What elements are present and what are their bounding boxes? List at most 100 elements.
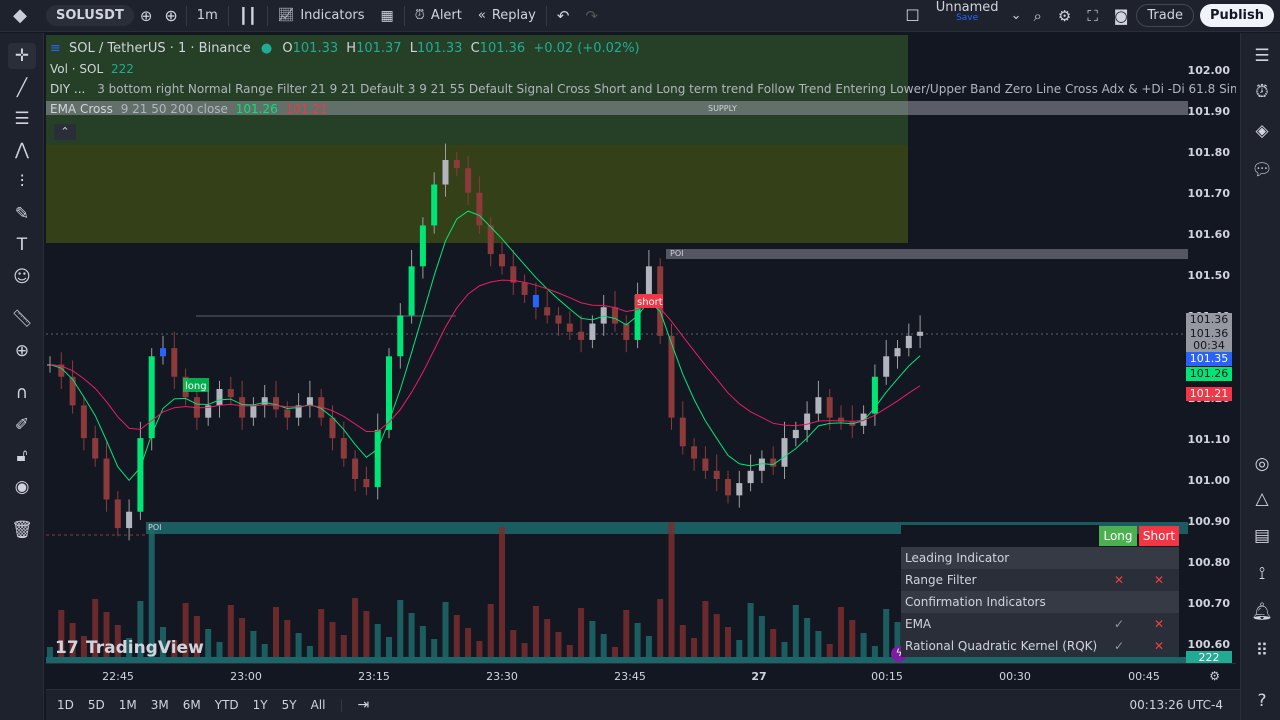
brush-icon[interactable]: ✎ xyxy=(8,201,36,227)
fullscreen-icon[interactable]: ⛶ xyxy=(1079,0,1106,32)
range-button-ytd[interactable]: YTD xyxy=(208,698,246,712)
time-axis-label: 00:45 xyxy=(1128,670,1160,683)
news-feed-icon[interactable]: ⟟ xyxy=(1249,561,1275,587)
range-button-5y[interactable]: 5Y xyxy=(275,698,304,712)
indicators-button[interactable]: 📈︎ Indicators xyxy=(270,0,373,32)
alert-button[interactable]: ⏰︎ Alert xyxy=(407,0,470,32)
alerts-clock-icon[interactable]: ⏰︎ xyxy=(1249,79,1275,105)
templates-icon[interactable]: ▦ xyxy=(373,0,402,32)
legend-menu-icon[interactable]: ≡ xyxy=(50,41,61,56)
stay-drawing-icon[interactable]: ✐ xyxy=(8,412,36,438)
watchlist-icon[interactable]: ☰ xyxy=(1249,43,1275,69)
price-axis-label: 101.50 xyxy=(1187,269,1230,282)
camera-snapshot-icon[interactable]: ◙ xyxy=(1106,0,1137,32)
trade-button[interactable]: Trade xyxy=(1136,4,1194,27)
undo-icon[interactable]: ↶ xyxy=(549,0,578,32)
range-button-5d[interactable]: 5D xyxy=(81,698,112,712)
chat-icon[interactable]: 💬︎ xyxy=(1249,157,1275,183)
text-tool-icon[interactable]: T xyxy=(8,232,36,258)
range-button-3m[interactable]: 3M xyxy=(144,698,176,712)
range-button-6m[interactable]: 6M xyxy=(176,698,208,712)
prediction-icon[interactable]: ⫶ xyxy=(8,169,36,195)
candle-body xyxy=(160,348,166,357)
quick-search-icon[interactable]: ⌕ xyxy=(1025,0,1049,32)
calendar-icon[interactable]: ▤ xyxy=(1249,523,1275,549)
range-button-1y[interactable]: 1Y xyxy=(246,698,275,712)
candle-body xyxy=(374,429,381,488)
range-button-1m[interactable]: 1M xyxy=(112,698,144,712)
candle-body xyxy=(917,331,924,336)
rqk-short-cross-icon: ✕ xyxy=(1153,639,1165,653)
pattern-icon[interactable]: ⋀ xyxy=(8,137,36,163)
icons-smiley-icon[interactable]: ☺ xyxy=(8,264,36,290)
compare-add-icon[interactable]: ⊕ xyxy=(158,0,183,32)
volume-bar xyxy=(205,629,212,657)
legend-volume-row[interactable]: Vol · SOL 222 xyxy=(50,62,134,76)
publish-button[interactable]: Publish xyxy=(1200,4,1274,27)
candle-body xyxy=(815,397,822,414)
time-axis[interactable]: ⚙ 22:45 23:00 23:15 23:30 23:45 27 00:15 00:30 0… xyxy=(46,663,1236,688)
legend-pair[interactable]: SOL / TetherUS · 1 · Binance xyxy=(69,41,251,56)
ema-value-fast: 101.26 xyxy=(235,102,278,116)
price-axis-label: 100.70 xyxy=(1187,597,1230,610)
settings-gear-icon[interactable]: ⚙ xyxy=(1050,0,1079,32)
object-tree-layers-icon[interactable]: ◈ xyxy=(1249,118,1275,144)
clock-timezone[interactable]: 00:13:26 UTC-4 xyxy=(1123,698,1230,712)
layout-save-status: Save xyxy=(956,12,979,23)
time-axis-settings-icon[interactable]: ⚙ xyxy=(1209,669,1220,683)
trend-line-icon[interactable]: ╱ xyxy=(8,75,36,101)
chart-type-candles-icon[interactable]: ┃┃ xyxy=(231,0,265,32)
time-axis-label: 22:45 xyxy=(102,670,134,683)
help-icon[interactable]: ? xyxy=(1249,688,1275,714)
chevron-down-icon[interactable]: ⌄ xyxy=(1007,0,1026,32)
ruler-measure-icon[interactable]: 📏︎ xyxy=(8,306,36,332)
high-value: 101.37 xyxy=(356,41,402,56)
volume-bar xyxy=(713,614,720,657)
legend-main-row[interactable]: ≡ SOL / TetherUS · 1 · Binance ● O101.33… xyxy=(50,41,640,56)
lock-icon[interactable]: 🔓︎ xyxy=(8,443,36,469)
apps-grid-icon[interactable]: ⠿ xyxy=(1249,638,1275,664)
signal-table: Long Short Leading Indicator Range Filte… xyxy=(901,525,1179,657)
tradingview-logo-icon[interactable]: ◆ xyxy=(0,0,40,32)
layout-checkbox-icon[interactable]: ☐ xyxy=(897,0,927,32)
notifications-bell-icon[interactable]: 🔔︎ xyxy=(1249,599,1275,625)
tradingview-watermark-logo-icon: 17 xyxy=(55,638,79,658)
low-value: 101.33 xyxy=(416,41,463,56)
eye-visibility-icon[interactable]: ◉ xyxy=(8,474,36,500)
layout-name-button[interactable]: Unnamed Save xyxy=(928,0,1007,32)
legend-collapse-button[interactable]: ⌃ xyxy=(54,124,76,140)
volume-bar xyxy=(47,647,53,657)
fib-retracement-icon[interactable]: ☰ xyxy=(8,106,36,132)
interval-button[interactable]: 1m xyxy=(189,0,226,32)
volume-bar xyxy=(589,621,596,657)
volume-bar xyxy=(770,629,777,657)
volume-bar xyxy=(679,625,686,657)
candle-body xyxy=(691,446,698,459)
range-button-1d[interactable]: 1D xyxy=(50,698,81,712)
time-axis-label: 23:45 xyxy=(614,670,646,683)
trash-icon[interactable]: 🗑︎ xyxy=(8,517,36,543)
replay-button[interactable]: « Replay xyxy=(470,0,544,32)
zoom-in-icon[interactable]: ⊕ xyxy=(8,338,36,364)
magnet-icon[interactable]: ∩ xyxy=(8,380,36,406)
symbol-search-button[interactable]: SOLUSDT xyxy=(46,5,134,26)
rqk-long-check-icon: ✓ xyxy=(1113,639,1125,653)
legend-diy-row[interactable]: DIY ... 3 bottom right Normal Range Filt… xyxy=(50,82,1236,96)
candle-body xyxy=(114,499,121,529)
go-to-date-icon[interactable]: ⇥ xyxy=(351,697,377,713)
replay-icon: « xyxy=(477,8,486,23)
candle-body xyxy=(713,470,720,479)
redo-icon[interactable]: ↷ xyxy=(577,0,606,32)
date-range-list: 1D 5D 1M 3M 6M YTD 1Y 5Y All xyxy=(46,698,332,712)
time-axis-label: 27 xyxy=(751,670,767,683)
legend-ema-row[interactable]: EMA Cross 9 21 50 200 close 101.26 101.2… xyxy=(50,102,328,116)
ideas-icon[interactable]: △ xyxy=(1249,486,1275,512)
crosshair-icon[interactable]: ✛ xyxy=(8,43,36,69)
target-icon[interactable]: ◎ xyxy=(1249,451,1275,477)
rqk-row: Rational Quadratic Kernel (RQK) ✓ ✕ xyxy=(901,635,1179,657)
blue-price-tag: 101.35 xyxy=(1186,352,1232,366)
watchlist-add-icon[interactable]: ⊕ xyxy=(134,0,159,32)
poi-label-bottom: POI xyxy=(148,523,161,532)
range-button-all[interactable]: All xyxy=(304,698,333,712)
candle-body xyxy=(499,254,505,267)
